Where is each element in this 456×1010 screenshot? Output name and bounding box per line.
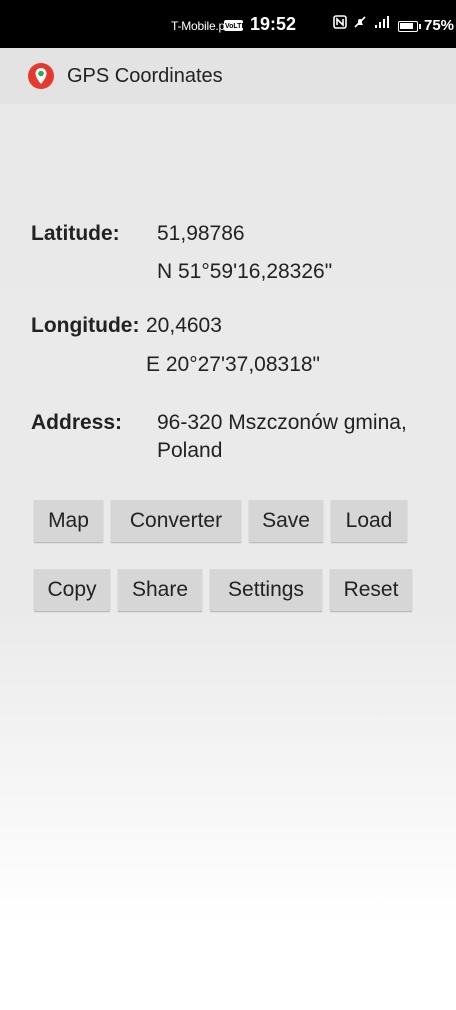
longitude-dms: E 20°27'37,08318": [146, 353, 321, 376]
save-button[interactable]: Save: [249, 500, 323, 542]
longitude-decimal: 20,4603: [146, 314, 222, 337]
nfc-icon: [333, 15, 347, 32]
battery-cap: [419, 24, 421, 29]
volte-badge: VoLTE: [224, 20, 246, 31]
battery-percent: 75%: [424, 17, 455, 34]
copy-button[interactable]: Copy: [34, 569, 110, 611]
reset-button[interactable]: Reset: [330, 569, 412, 611]
address-label: Address:: [31, 411, 123, 434]
app-bar: GPS Coordinates: [0, 48, 456, 104]
latitude-decimal: 51,98786: [157, 222, 245, 245]
battery-icon: [398, 21, 418, 32]
mute-icon: [353, 15, 367, 32]
address-line-2: Poland: [157, 439, 223, 462]
address-line-1: 96-320 Mszczonów gmina,: [157, 411, 407, 434]
settings-button[interactable]: Settings: [210, 569, 322, 611]
latitude-label: Latitude:: [31, 222, 120, 245]
app-title: GPS Coordinates: [67, 65, 223, 87]
load-button[interactable]: Load: [331, 500, 407, 542]
map-pin-icon: [27, 62, 55, 90]
signal-icon: [373, 15, 391, 32]
share-button[interactable]: Share: [118, 569, 202, 611]
status-time: 19:52: [250, 14, 297, 34]
carrier-name: T-Mobile.pl: [171, 19, 228, 33]
longitude-label: Longitude:: [31, 314, 140, 337]
converter-button[interactable]: Converter: [111, 500, 241, 542]
status-icons: [333, 15, 391, 32]
map-button[interactable]: Map: [34, 500, 103, 542]
main-content: Latitude: 51,98786 N 51°59'16,28326" Lon…: [0, 104, 456, 1010]
status-bar: T-Mobile.pl VoLTE 19:52 75%: [0, 0, 456, 48]
latitude-dms: N 51°59'16,28326": [157, 260, 333, 283]
